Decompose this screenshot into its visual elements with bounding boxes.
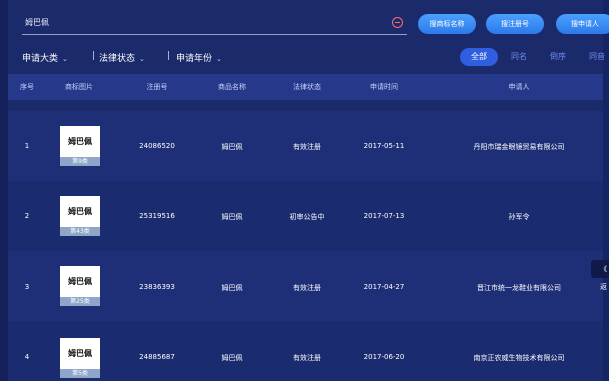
header-name: 商品名称 [218,83,246,91]
search-bar: 姆巴佩 搜商标名称 搜注册号 搜申请人 [8,0,609,44]
trademark-text: 姆巴佩 [68,136,92,146]
row-no: 3 [24,283,30,291]
row-applicant: 丹阳市瑞金眼镜贸易有限公司 [473,143,565,151]
row-applicant: 晋江市统一龙鞋业有限公司 [477,284,561,292]
header-status: 法律状态 [293,83,321,91]
chevron-down-icon: ⌄ [216,55,222,63]
row-no: 1 [24,142,30,150]
search-query[interactable]: 姆巴佩 [25,17,49,28]
row-status: 初审公告中 [289,213,325,221]
header-no: 序号 [20,83,34,91]
table-row[interactable]: 3 姆巴佩 第25类 23836393 姆巴佩 有效注册 2017-04-27 … [8,251,603,321]
row-name: 姆巴佩 [221,213,243,221]
trademark-image[interactable]: 姆巴佩 第25类 [60,266,100,306]
trademark-text: 姆巴佩 [68,348,92,358]
search-by-name-button[interactable]: 搜商标名称 [418,14,476,34]
row-reg: 24885687 [139,353,175,361]
row-date: 2017-07-13 [363,212,405,220]
filter-year[interactable]: 申请年份 ⌄ [176,51,222,64]
row-reg: 24086520 [139,142,175,150]
trademark-text: 姆巴佩 [68,276,92,286]
filter-bar: 申请大类 ⌄ | 法律状态 ⌄ | 申请年份 ⌄ 全部 同名 倒序 同音 [8,46,605,70]
search-input[interactable]: 姆巴佩 [22,13,407,35]
segment-all[interactable]: 全部 [460,48,498,66]
trademark-image[interactable]: 姆巴佩 第9类 [60,126,100,166]
search-by-reg-button[interactable]: 搜注册号 [486,14,544,34]
row-reg: 25319516 [139,212,175,220]
row-status: 有效注册 [293,143,321,151]
table-row[interactable]: 2 姆巴佩 第43类 25319516 姆巴佩 初审公告中 2017-07-13… [8,181,603,251]
row-name: 姆巴佩 [221,143,243,151]
row-date: 2017-06-20 [363,353,405,361]
class-badge: 第9类 [60,157,100,166]
row-applicant: 南京正农威生物技术有限公司 [473,354,565,362]
clear-icon[interactable] [392,17,403,28]
segment-inverse[interactable]: 倒序 [540,48,576,66]
segment-same-name[interactable]: 同名 [502,48,536,66]
row-name: 姆巴佩 [221,284,243,292]
filter-category[interactable]: 申请大类 ⌄ [22,51,68,64]
table-header: 序号 商标图片 注册号 商品名称 法律状态 申请时间 申请人 [8,74,603,100]
row-applicant: 孙军令 [508,213,530,221]
row-name: 姆巴佩 [221,354,243,362]
filter-status-label: 法律状态 [99,54,136,64]
filter-separator: | [92,51,96,61]
header-applicant: 申请人 [508,83,530,91]
search-by-applicant-button[interactable]: 搜申请人 [556,14,609,34]
chevron-down-icon: ⌄ [62,55,68,63]
filter-category-label: 申请大类 [22,54,59,64]
row-reg: 23836393 [139,283,175,291]
row-date: 2017-04-27 [363,283,405,291]
row-status: 有效注册 [293,354,321,362]
left-edge [0,0,8,381]
trademark-image[interactable]: 姆巴佩 第43类 [60,196,100,236]
filter-separator: | [167,51,171,61]
trademark-text: 姆巴佩 [68,206,92,216]
trademark-image[interactable]: 姆巴佩 第5类 [60,338,100,378]
row-date: 2017-05-11 [363,142,405,150]
segment-homophone[interactable]: 同音 [582,48,609,66]
back-side-tab[interactable]: 《 返 [591,260,609,291]
filter-status[interactable]: 法律状态 ⌄ [99,51,145,64]
filter-year-label: 申请年份 [176,54,213,64]
table-row[interactable]: 1 姆巴佩 第9类 24086520 姆巴佩 有效注册 2017-05-11 丹… [8,111,603,181]
class-badge: 第5类 [60,369,100,378]
row-no: 4 [24,353,30,361]
row-status: 有效注册 [293,284,321,292]
table-row[interactable]: 4 姆巴佩 第5类 24885687 姆巴佩 有效注册 2017-06-20 南… [8,321,603,381]
class-badge: 第43类 [60,227,100,236]
row-no: 2 [24,212,30,220]
header-reg: 注册号 [146,83,168,91]
chevron-down-icon: ⌄ [139,55,145,63]
header-date: 申请时间 [370,83,398,91]
class-badge: 第25类 [60,297,100,306]
header-image: 商标图片 [65,83,93,91]
